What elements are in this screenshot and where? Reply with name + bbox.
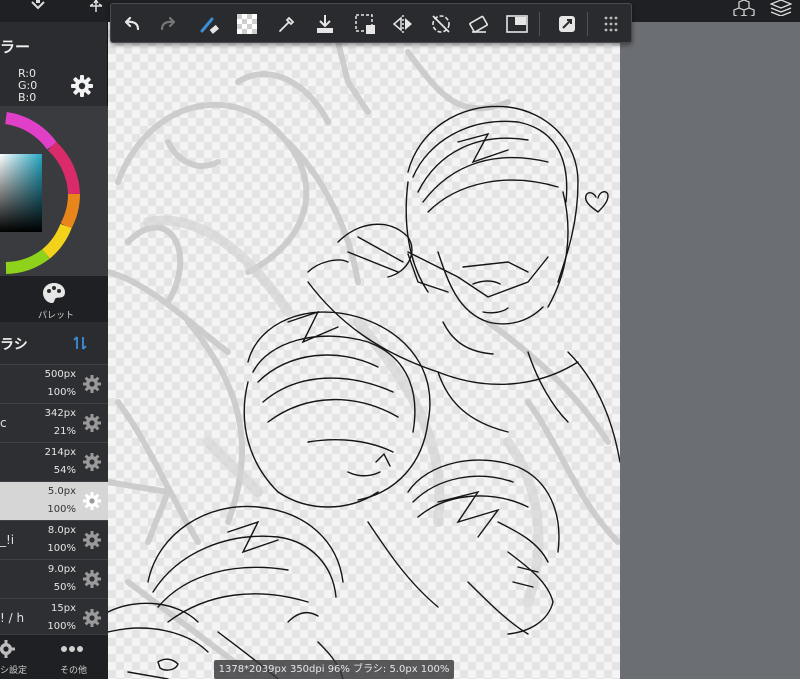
- brush-name: _!i: [0, 533, 15, 547]
- brush-panel-title: ラシ: [0, 337, 28, 353]
- brush-name: ! / h: [0, 611, 25, 625]
- flip-icon: [392, 15, 412, 33]
- undo-button[interactable]: [117, 10, 145, 38]
- gear-icon[interactable]: [82, 452, 102, 476]
- left-panel: ラー R:0 G:0 B:0 パレット ラシ 500px 100% c 342p…: [0, 22, 108, 679]
- select-icon[interactable]: [30, 0, 46, 14]
- toolbar-divider: [587, 12, 588, 36]
- brush-row[interactable]: 500px 100%: [0, 364, 108, 403]
- brush-opacity: 100%: [47, 543, 76, 554]
- gear-icon[interactable]: [82, 569, 102, 593]
- gear-icon[interactable]: [82, 530, 102, 554]
- rgb-b: B:0: [18, 91, 37, 104]
- more-menu-button[interactable]: [597, 10, 625, 38]
- brush-row[interactable]: 5.0px 100%: [0, 481, 108, 520]
- brush-size: 5.0px: [47, 486, 76, 497]
- brush-opacity: 21%: [53, 426, 76, 437]
- canvas-transparency-button[interactable]: [233, 10, 261, 38]
- redo-button[interactable]: [155, 10, 183, 38]
- drawing-canvas[interactable]: [108, 22, 620, 679]
- brush-opacity: 100%: [47, 504, 76, 515]
- brush-eraser-button[interactable]: [195, 10, 223, 38]
- brush-size: 15px: [51, 603, 76, 614]
- brush-opacity: 100%: [47, 621, 76, 632]
- fullscreen-button[interactable]: [503, 10, 531, 38]
- edit-icon: [559, 16, 575, 32]
- brush-opacity: 50%: [53, 582, 76, 593]
- more-button[interactable]: その他: [60, 663, 87, 676]
- brush-size: 342px: [44, 408, 76, 419]
- undo-icon: [124, 16, 140, 31]
- layers-icon[interactable]: [769, 0, 793, 18]
- selection-button[interactable]: [351, 10, 379, 38]
- workspace-background: [620, 22, 800, 679]
- brush-list: 500px 100% c 342px 21% 214px 54% 5.0px 100% _!i 8.…: [0, 364, 108, 637]
- grid-dots-icon: [604, 16, 618, 32]
- edit-menu-button[interactable]: [553, 10, 581, 38]
- bottom-bar: シ設定 その他: [0, 634, 108, 679]
- brush-size: 214px: [44, 447, 76, 458]
- gear-icon[interactable]: [82, 374, 102, 398]
- eyedropper-button[interactable]: [273, 10, 301, 38]
- cube-icon[interactable]: [733, 0, 755, 18]
- brush-row[interactable]: 9.0px 50%: [0, 559, 108, 598]
- brush-eraser-icon: [200, 17, 219, 34]
- brush-opacity: 100%: [47, 387, 76, 398]
- fullscreen-icon: [506, 15, 528, 33]
- palette-icon: [43, 283, 65, 303]
- gear-icon: [71, 75, 93, 97]
- flip-horizontal-button[interactable]: [389, 10, 417, 38]
- color-panel-title: ラー: [0, 38, 31, 56]
- brush-settings-gear-icon: [0, 640, 15, 658]
- eyedropper-icon: [279, 16, 295, 32]
- brush-size: 500px: [44, 369, 76, 380]
- palette-tab-label: パレット: [38, 311, 75, 321]
- toolbar-divider: [539, 12, 540, 36]
- color-wheel[interactable]: [0, 106, 108, 276]
- transparency-icon: [237, 14, 257, 34]
- brush-row[interactable]: c 342px 21%: [0, 403, 108, 442]
- brush-name: c: [0, 416, 7, 430]
- brush-size: 9.0px: [47, 564, 76, 575]
- eraser-icon: [469, 15, 488, 33]
- brush-size: 8.0px: [47, 525, 76, 536]
- rotate-reset-button[interactable]: [427, 10, 455, 38]
- selection-icon: [355, 14, 375, 34]
- main-toolbar: [110, 3, 632, 43]
- brush-sort-button[interactable]: [72, 335, 88, 355]
- color-settings-button[interactable]: [70, 74, 94, 102]
- brush-row[interactable]: _!i 8.0px 100%: [0, 520, 108, 559]
- brush-settings-button[interactable]: シ設定: [0, 663, 27, 676]
- sketch-artwork: [108, 39, 620, 679]
- redo-icon: [160, 16, 176, 31]
- status-bar: 1378*2039px 350dpi 96% ブラシ: 5.0px 100%: [214, 660, 454, 679]
- save-button[interactable]: [311, 10, 339, 38]
- swap-arrows-icon: [73, 336, 87, 350]
- rgb-readout: R:0 G:0 B:0: [18, 68, 37, 104]
- gear-icon[interactable]: [82, 491, 102, 515]
- brush-row[interactable]: 214px 54%: [0, 442, 108, 481]
- gear-icon[interactable]: [82, 608, 102, 632]
- rotate-reset-icon: [432, 15, 450, 33]
- gear-icon[interactable]: [82, 413, 102, 437]
- brush-row[interactable]: ! / h 15px 100%: [0, 598, 108, 637]
- move-icon[interactable]: [88, 0, 104, 14]
- app-window: ラー R:0 G:0 B:0 パレット ラシ 500px 100% c 342p…: [0, 0, 800, 679]
- color-wheel-area[interactable]: [0, 106, 108, 276]
- eraser-button[interactable]: [465, 10, 493, 38]
- download-icon: [317, 15, 333, 33]
- more-dots-icon: [61, 646, 83, 652]
- brush-opacity: 54%: [53, 465, 76, 476]
